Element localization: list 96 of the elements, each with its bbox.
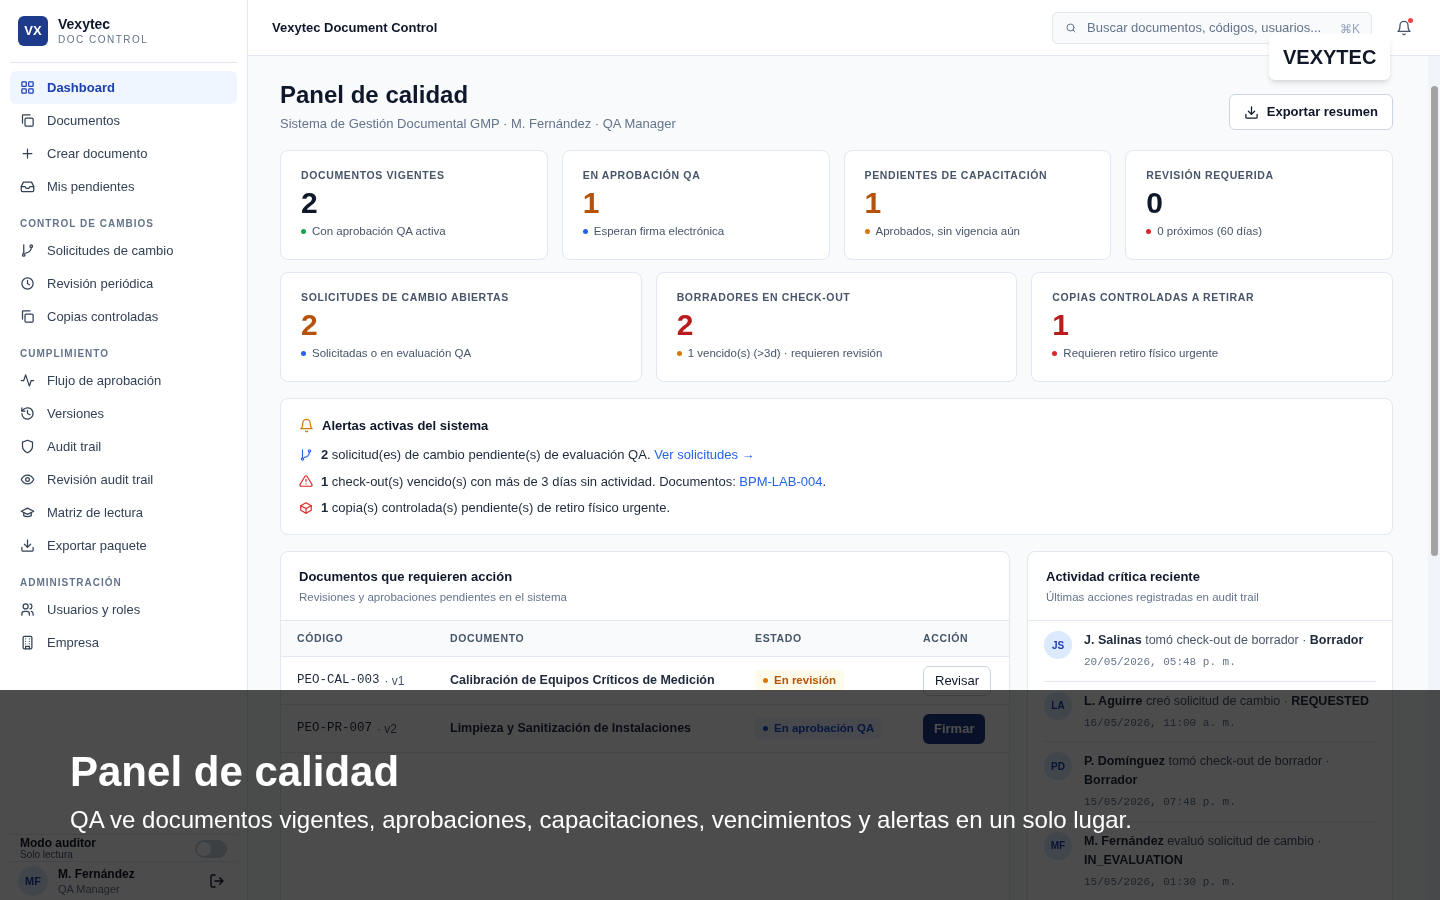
copy-icon — [20, 309, 35, 324]
document-code: PEO-CAL-003 — [297, 672, 380, 690]
nav-item[interactable]: Empresa — [10, 626, 237, 659]
eye-icon — [20, 472, 35, 487]
auditor-mode-label: Modo auditor — [20, 837, 96, 850]
nav-item[interactable]: Dashboard — [10, 71, 237, 104]
page-subtitle: Sistema de Gestión Documental GMP · M. Fernández · QA Manager — [280, 115, 676, 133]
stat-label: REVISIÓN REQUERIDA — [1146, 167, 1275, 183]
stat-label: COPIAS CONTROLADAS A RETIRAR — [1052, 289, 1256, 305]
document-code: PEO-PR-007 — [297, 720, 372, 738]
section-heading: ADMINISTRACIÓN — [19, 575, 123, 590]
pulse-icon — [20, 373, 35, 388]
stat-label: SOLICITUDES DE CAMBIO ABIERTAS — [301, 289, 510, 305]
stat-label: PENDIENTES DE CAPACITACIÓN — [864, 167, 1049, 183]
stat-note: Solicitadas o en evaluación QA — [312, 346, 472, 362]
nav-item[interactable]: Mis pendientes — [10, 170, 237, 203]
export-button[interactable]: Exportar resumen — [1228, 94, 1393, 130]
user-name: M. Fernández — [58, 866, 136, 882]
stat-value: 0 — [1146, 185, 1164, 222]
clock-icon — [20, 276, 35, 291]
stat-note: Aprobados, sin vigencia aún — [875, 224, 1020, 240]
grid-icon — [20, 80, 35, 95]
download-icon — [1243, 104, 1259, 120]
section-heading: CUMPLIMIENTO — [19, 347, 111, 361]
column-header: DOCUMENTO — [450, 630, 526, 646]
stat-value: 1 — [1052, 307, 1070, 344]
nav-item[interactable]: Versiones — [10, 397, 237, 430]
scrollbar-thumb[interactable] — [1430, 86, 1438, 556]
download-icon — [20, 538, 35, 553]
section-heading: CONTROL DE CAMBIOS — [19, 217, 155, 231]
nav-item[interactable]: Revisión audit trail — [10, 463, 237, 496]
graduation-cap-icon — [20, 505, 35, 520]
copy-icon — [20, 113, 35, 128]
building-icon — [20, 635, 35, 650]
document-title: Calibración de Equipos Críticos de Medición — [450, 672, 716, 690]
stat-value: 2 — [301, 307, 319, 344]
column-header: CÓDIGO — [297, 630, 345, 646]
alert-text: 1 check-out(s) vencido(s) con más de 3 días sin actividad. Documentos: BPM-LAB-004. — [321, 472, 827, 491]
document-version: · v1 — [384, 672, 405, 690]
nav-item[interactable]: Flujo de aprobación — [10, 364, 237, 397]
nav-item[interactable]: Copias controladas — [10, 300, 237, 333]
users-icon — [20, 602, 35, 617]
nav-item[interactable]: Revisión periódica — [10, 267, 237, 300]
search-icon — [1065, 21, 1077, 34]
nav-item[interactable]: Solicitudes de cambio — [10, 234, 237, 267]
brand-badge: VEXYTEC — [1269, 34, 1391, 80]
stat-label: BORRADORES EN CHECK-OUT — [676, 289, 852, 305]
bell-icon — [1396, 19, 1412, 36]
document-title: Limpieza y Sanitización de Instalaciones — [450, 720, 693, 738]
activity-time: 20/05/2026, 05:48 p. m. — [1084, 655, 1237, 671]
alert-text: 2 solicitud(es) de cambio pendiente(s) de evaluación QA. Ver solicitudes → — [321, 446, 755, 464]
branch-icon — [299, 447, 313, 462]
nav-item[interactable]: Documentos — [10, 104, 237, 137]
history-icon — [20, 406, 35, 421]
alert-link[interactable]: Ver solicitudes → — [654, 447, 755, 462]
stat-note: Esperan firma electrónica — [593, 224, 725, 240]
box-icon — [299, 500, 313, 515]
branch-icon — [20, 243, 35, 258]
warning-icon — [299, 474, 313, 489]
bell-icon — [299, 417, 314, 433]
plus-icon — [20, 146, 35, 161]
activity-text: J. Salinas tomó check-out de borrador · Borrador — [1084, 632, 1364, 650]
stat-note: Con aprobación QA activa — [312, 224, 446, 240]
brand-name: Vexytec — [58, 16, 112, 33]
column-header: ESTADO — [755, 630, 803, 646]
column-header: ACCIÓN — [923, 630, 970, 646]
nav-item[interactable]: Matriz de lectura — [10, 496, 237, 529]
nav-item[interactable]: Usuarios y roles — [10, 593, 237, 626]
stat-value: 2 — [301, 185, 319, 222]
nav-item[interactable]: Crear documento — [10, 137, 237, 170]
stat-label: EN APROBACIÓN QA — [582, 167, 702, 183]
stat-value: 1 — [582, 185, 601, 222]
alerts-title: Alertas activas del sistema — [322, 416, 489, 435]
logo-mark: VX — [18, 16, 48, 46]
page-title: Panel de calidad — [280, 80, 470, 110]
shield-icon — [20, 439, 35, 454]
stat-label: DOCUMENTOS VIGENTES — [301, 167, 446, 183]
panel-title: Actividad crítica reciente — [1046, 567, 1201, 586]
alert-text: 1 copia(s) controlada(s) pendiente(s) de retiro físico urgente. — [321, 499, 670, 517]
stat-note: 0 próximos (60 días) — [1157, 224, 1263, 240]
user-avatar: JS — [1044, 631, 1072, 660]
brand-subtitle: DOC CONTROL — [58, 33, 149, 46]
nav-item[interactable]: Exportar paquete — [10, 529, 237, 562]
stat-value: 2 — [676, 307, 695, 344]
caption-title: Panel de calidad — [70, 750, 400, 794]
stat-note: Requieren retiro físico urgente — [1063, 346, 1219, 362]
panel-title: Documentos que requieren acción — [299, 567, 514, 586]
caption-text: QA ve documentos vigentes, aprobaciones, capacitaciones, vencimientos y alertas en un solo lugar. — [70, 806, 1132, 834]
app-title: Vexytec Document Control — [272, 18, 438, 37]
stat-note: 1 vencido(s) (>3d) · requieren revisión — [687, 346, 883, 362]
inbox-icon — [20, 179, 35, 194]
panel-subtitle: Últimas acciones registradas en audit trail — [1046, 590, 1260, 605]
status-badge: En revisión — [755, 670, 844, 692]
stat-value: 1 — [864, 185, 883, 222]
panel-subtitle: Revisiones y aprobaciones pendientes en el sistema — [299, 590, 568, 605]
nav-item[interactable]: Audit trail — [10, 430, 237, 463]
